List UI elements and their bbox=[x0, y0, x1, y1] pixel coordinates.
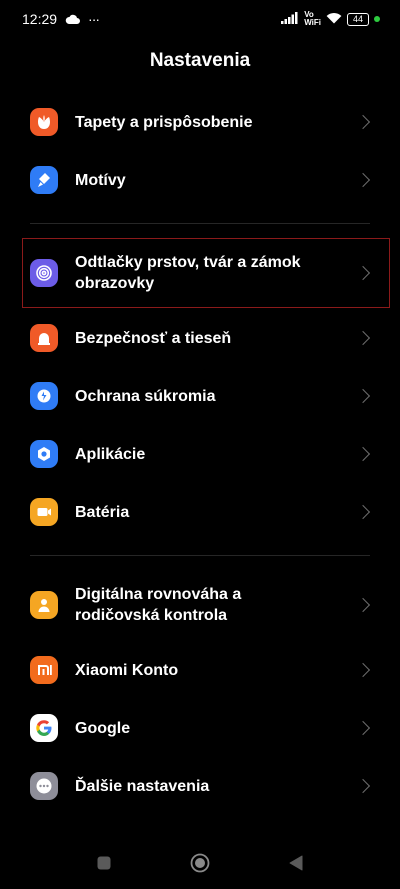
chevron-right-icon bbox=[355, 720, 371, 736]
google-g-icon bbox=[30, 714, 58, 742]
settings-item-label: Google bbox=[75, 719, 131, 737]
settings-item-fingerprint[interactable]: Odtlačky prstov, tvár a zámok obrazovky bbox=[0, 237, 400, 309]
volte-indicator: Vo WiFi bbox=[304, 10, 321, 27]
chevron-right-icon bbox=[355, 778, 371, 794]
settings-item-xiaomi-account[interactable]: Xiaomi Konto bbox=[0, 641, 400, 699]
settings-item-label: Ochrana súkromia bbox=[75, 387, 216, 405]
section-divider bbox=[0, 209, 400, 237]
privacy-indicator-dot bbox=[374, 16, 380, 22]
settings-item-label: Odtlačky prstov, tvár a zámok obrazovky bbox=[75, 254, 301, 292]
settings-item-themes[interactable]: Motívy bbox=[0, 151, 400, 209]
page-title: Nastavenia bbox=[149, 50, 251, 71]
fingerprint-icon bbox=[30, 259, 58, 287]
settings-item-apps[interactable]: Aplikácie bbox=[0, 425, 400, 483]
chevron-right-icon bbox=[355, 662, 371, 678]
settings-item-wallpaper[interactable]: Tapety a prispôsobenie bbox=[0, 93, 400, 151]
battery-icon bbox=[30, 498, 58, 526]
mi-logo-icon bbox=[30, 656, 58, 684]
navigation-bar bbox=[0, 837, 400, 889]
recents-square-icon[interactable] bbox=[94, 853, 114, 873]
chevron-right-icon bbox=[355, 265, 371, 281]
status-time: 12:29 bbox=[22, 11, 58, 27]
settings-item-label: Tapety a prispôsobenie bbox=[75, 113, 253, 131]
chevron-right-icon bbox=[355, 330, 371, 346]
wifi-icon bbox=[326, 11, 342, 27]
settings-item-label: Motívy bbox=[75, 171, 126, 189]
settings-item-label: Xiaomi Konto bbox=[75, 661, 179, 679]
battery-icon: 44 bbox=[347, 12, 369, 26]
settings-item-label: Bezpečnosť a tieseň bbox=[75, 329, 232, 347]
status-bar: 12:29 ··· Vo WiFi 44 bbox=[0, 0, 400, 38]
home-circle-icon[interactable] bbox=[190, 853, 210, 873]
gear-hex-icon bbox=[30, 440, 58, 468]
settings-item-security[interactable]: Bezpečnosť a tieseň bbox=[0, 309, 400, 367]
settings-item-label: Ďalšie nastavenia bbox=[75, 777, 210, 795]
settings-item-wellbeing[interactable]: Digitálna rovnováha a rodičovská kontrol… bbox=[0, 569, 400, 641]
section-divider bbox=[0, 541, 400, 569]
tulip-icon bbox=[30, 108, 58, 136]
cloud-icon bbox=[65, 11, 81, 27]
back-triangle-icon[interactable] bbox=[286, 853, 306, 873]
signal-bars-icon bbox=[281, 11, 299, 27]
settings-item-label: Batéria bbox=[75, 503, 130, 521]
settings-item-privacy[interactable]: Ochrana súkromia bbox=[0, 367, 400, 425]
siren-icon bbox=[30, 324, 58, 352]
brush-icon bbox=[30, 166, 58, 194]
chevron-right-icon bbox=[355, 114, 371, 130]
overflow-dots: ··· bbox=[88, 11, 100, 27]
chevron-right-icon bbox=[355, 446, 371, 462]
more-dots-icon bbox=[30, 772, 58, 800]
person-icon bbox=[30, 591, 58, 619]
chevron-right-icon bbox=[355, 504, 371, 520]
settings-item-label: Aplikácie bbox=[75, 445, 146, 463]
chevron-right-icon bbox=[355, 388, 371, 404]
settings-list: Tapety a prispôsobenie Motívy Odtlačky p… bbox=[0, 93, 400, 815]
settings-item-google[interactable]: Google bbox=[0, 699, 400, 757]
chevron-right-icon bbox=[355, 597, 371, 613]
settings-item-more-settings[interactable]: Ďalšie nastavenia bbox=[0, 757, 400, 815]
shield-icon bbox=[30, 382, 58, 410]
chevron-right-icon bbox=[355, 172, 371, 188]
settings-item-label: Digitálna rovnováha a rodičovská kontrol… bbox=[75, 586, 242, 624]
settings-item-battery[interactable]: Batéria bbox=[0, 483, 400, 541]
